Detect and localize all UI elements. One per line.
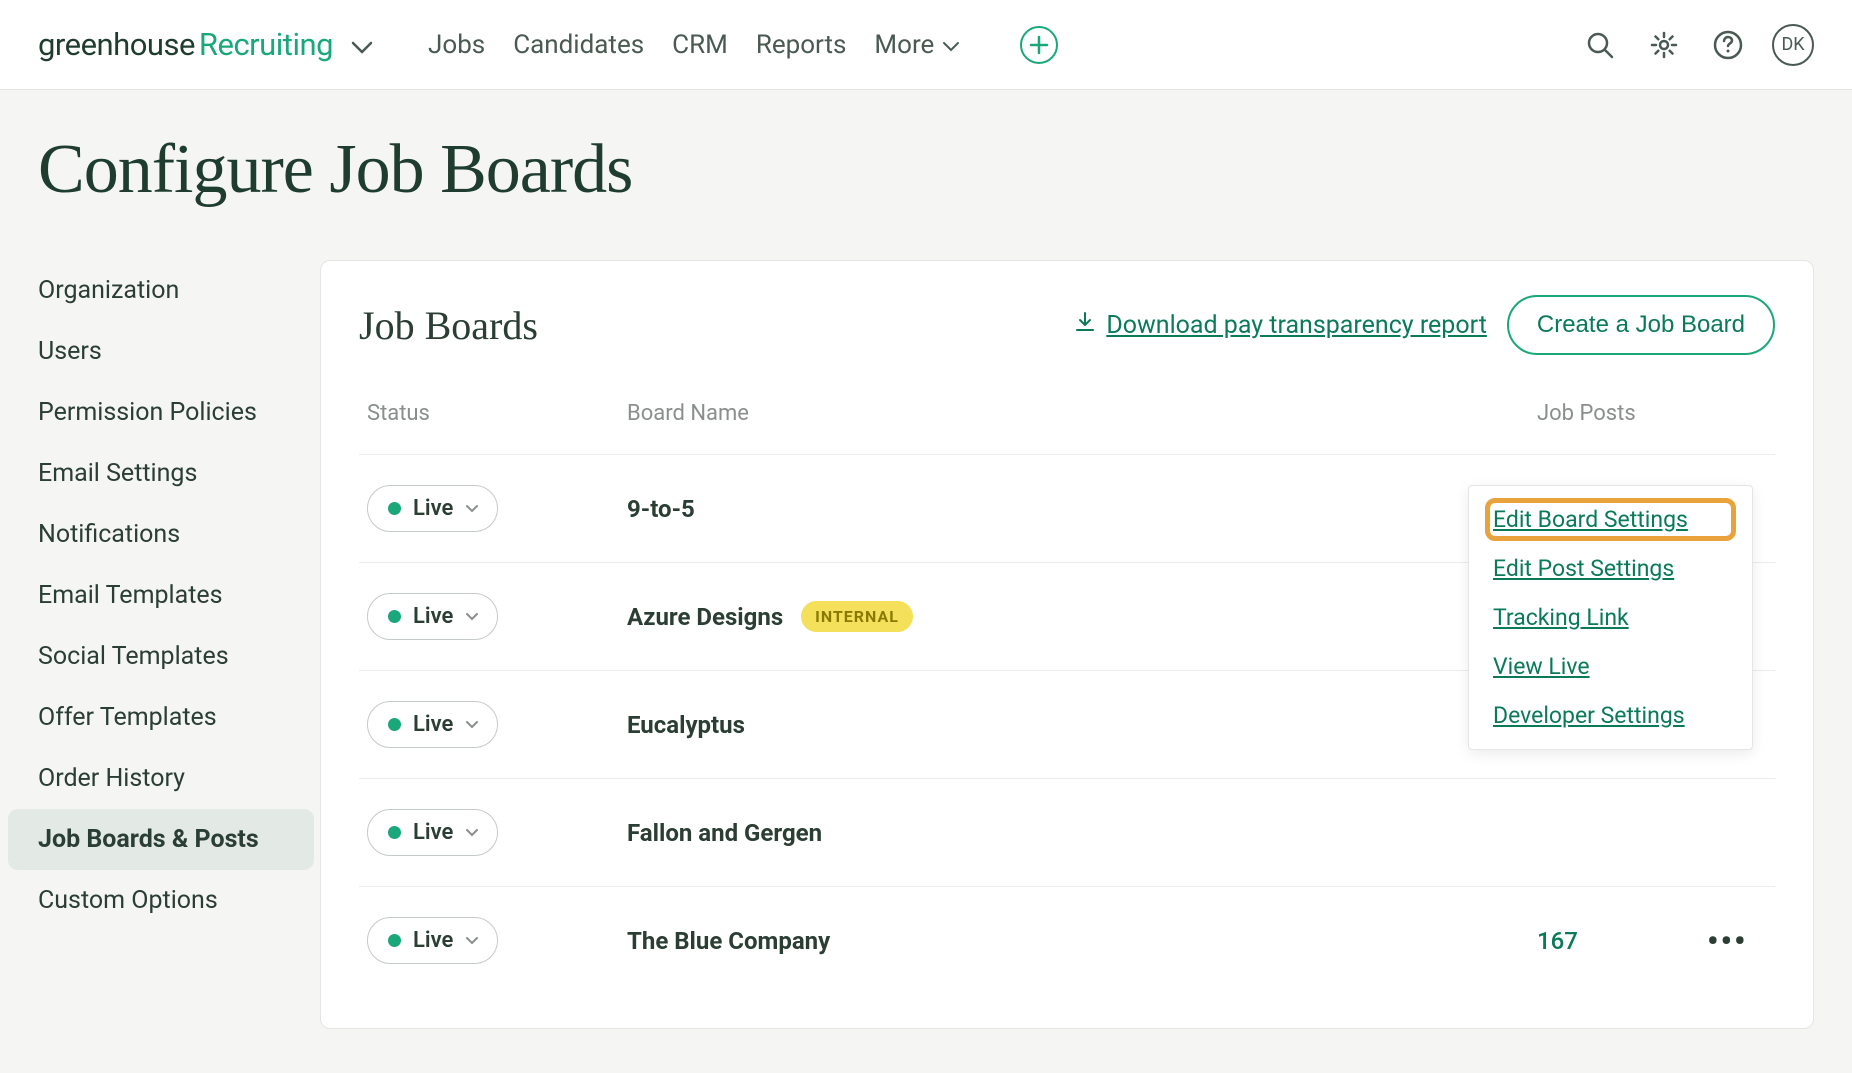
chevron-down-icon xyxy=(465,499,479,518)
nav-reports[interactable]: Reports xyxy=(756,30,847,60)
board-name[interactable]: Fallon and Gergen xyxy=(627,819,1537,847)
status-text: Live xyxy=(413,928,453,953)
sidebar-item[interactable]: Order History xyxy=(8,748,320,809)
status-dot-icon xyxy=(388,934,401,947)
nav-more[interactable]: More xyxy=(874,30,960,60)
sidebar-item[interactable]: Job Boards & Posts xyxy=(8,809,314,870)
board-name[interactable]: Azure DesignsINTERNAL xyxy=(627,601,1537,632)
logo[interactable]: greenhouse Recruiting xyxy=(38,26,373,63)
table-row: Live The Blue Company167 ••• xyxy=(359,886,1775,994)
dropdown-item[interactable]: Edit Post Settings xyxy=(1493,555,1728,582)
status-dot-icon xyxy=(388,718,401,731)
nav-crm[interactable]: CRM xyxy=(672,30,728,60)
help-icon[interactable] xyxy=(1708,25,1748,65)
sidebar-item[interactable]: Email Templates xyxy=(8,565,320,626)
sidebar-item[interactable]: Notifications xyxy=(8,504,320,565)
table-header: Status Board Name Job Posts xyxy=(359,401,1775,454)
sidebar-item[interactable]: Users xyxy=(8,321,320,382)
sidebar-item[interactable]: Custom Options xyxy=(8,870,320,931)
table-row: Live Fallon and Gergen xyxy=(359,778,1775,886)
panel-actions: Download pay transparency report Create … xyxy=(1074,295,1775,355)
search-icon[interactable] xyxy=(1580,25,1620,65)
sidebar: OrganizationUsersPermission PoliciesEmai… xyxy=(0,260,320,1029)
status-pill[interactable]: Live xyxy=(367,917,498,964)
status-text: Live xyxy=(413,496,453,521)
row-actions-dropdown: Edit Board Settings Edit Post Settings Tra… xyxy=(1468,485,1753,750)
col-posts: Job Posts xyxy=(1537,401,1707,426)
status-pill[interactable]: Live xyxy=(367,701,498,748)
col-status: Status xyxy=(367,401,627,426)
chevron-down-icon xyxy=(942,30,960,60)
download-icon xyxy=(1074,311,1096,340)
main-panel: Job Boards Download pay transparency rep… xyxy=(320,260,1814,1029)
board-name[interactable]: 9-to-5 xyxy=(627,495,1537,523)
sidebar-item[interactable]: Permission Policies xyxy=(8,382,320,443)
create-job-board-button[interactable]: Create a Job Board xyxy=(1507,295,1775,355)
download-report-link[interactable]: Download pay transparency report xyxy=(1074,311,1487,340)
sidebar-item[interactable]: Organization xyxy=(8,260,320,321)
col-actions xyxy=(1707,401,1767,426)
dropdown-item[interactable]: Tracking Link xyxy=(1493,604,1728,631)
sidebar-item[interactable]: Offer Templates xyxy=(8,687,320,748)
avatar[interactable]: DK xyxy=(1772,24,1814,66)
download-label: Download pay transparency report xyxy=(1106,311,1487,340)
status-text: Live xyxy=(413,712,453,737)
status-text: Live xyxy=(413,820,453,845)
gear-icon[interactable] xyxy=(1644,25,1684,65)
page-title: Configure Job Boards xyxy=(0,90,1852,260)
sidebar-item[interactable]: Social Templates xyxy=(8,626,320,687)
col-name: Board Name xyxy=(627,401,1537,426)
chevron-down-icon xyxy=(465,715,479,734)
status-pill[interactable]: Live xyxy=(367,809,498,856)
dropdown-item[interactable]: Developer Settings xyxy=(1493,702,1728,729)
nav-jobs[interactable]: Jobs xyxy=(428,30,485,60)
add-button[interactable] xyxy=(1020,26,1058,64)
panel-title: Job Boards xyxy=(359,302,538,349)
board-name[interactable]: Eucalyptus xyxy=(627,711,1537,739)
panel-header: Job Boards Download pay transparency rep… xyxy=(359,295,1775,355)
nav-links: Jobs Candidates CRM Reports More xyxy=(428,30,960,60)
top-nav: greenhouse Recruiting Jobs Candidates CR… xyxy=(0,0,1852,90)
chevron-down-icon xyxy=(465,823,479,842)
job-posts-count[interactable]: 167 xyxy=(1537,927,1578,955)
chevron-down-icon xyxy=(351,26,373,63)
status-pill[interactable]: Live xyxy=(367,593,498,640)
dropdown-item[interactable]: Edit Board Settings xyxy=(1493,506,1728,533)
nav-candidates[interactable]: Candidates xyxy=(513,30,644,60)
logo-product: Recruiting xyxy=(199,26,333,63)
board-name[interactable]: The Blue Company xyxy=(627,927,1537,955)
status-dot-icon xyxy=(388,610,401,623)
status-text: Live xyxy=(413,604,453,629)
more-actions-icon[interactable]: ••• xyxy=(1707,922,1748,960)
status-dot-icon xyxy=(388,502,401,515)
chevron-down-icon xyxy=(465,607,479,626)
internal-badge: INTERNAL xyxy=(801,601,913,632)
nav-right: DK xyxy=(1580,24,1814,66)
nav-more-label: More xyxy=(874,30,934,60)
sidebar-item[interactable]: Email Settings xyxy=(8,443,320,504)
dropdown-item[interactable]: View Live xyxy=(1493,653,1728,680)
status-dot-icon xyxy=(388,826,401,839)
status-pill[interactable]: Live xyxy=(367,485,498,532)
chevron-down-icon xyxy=(465,931,479,950)
logo-brand: greenhouse xyxy=(38,26,195,63)
